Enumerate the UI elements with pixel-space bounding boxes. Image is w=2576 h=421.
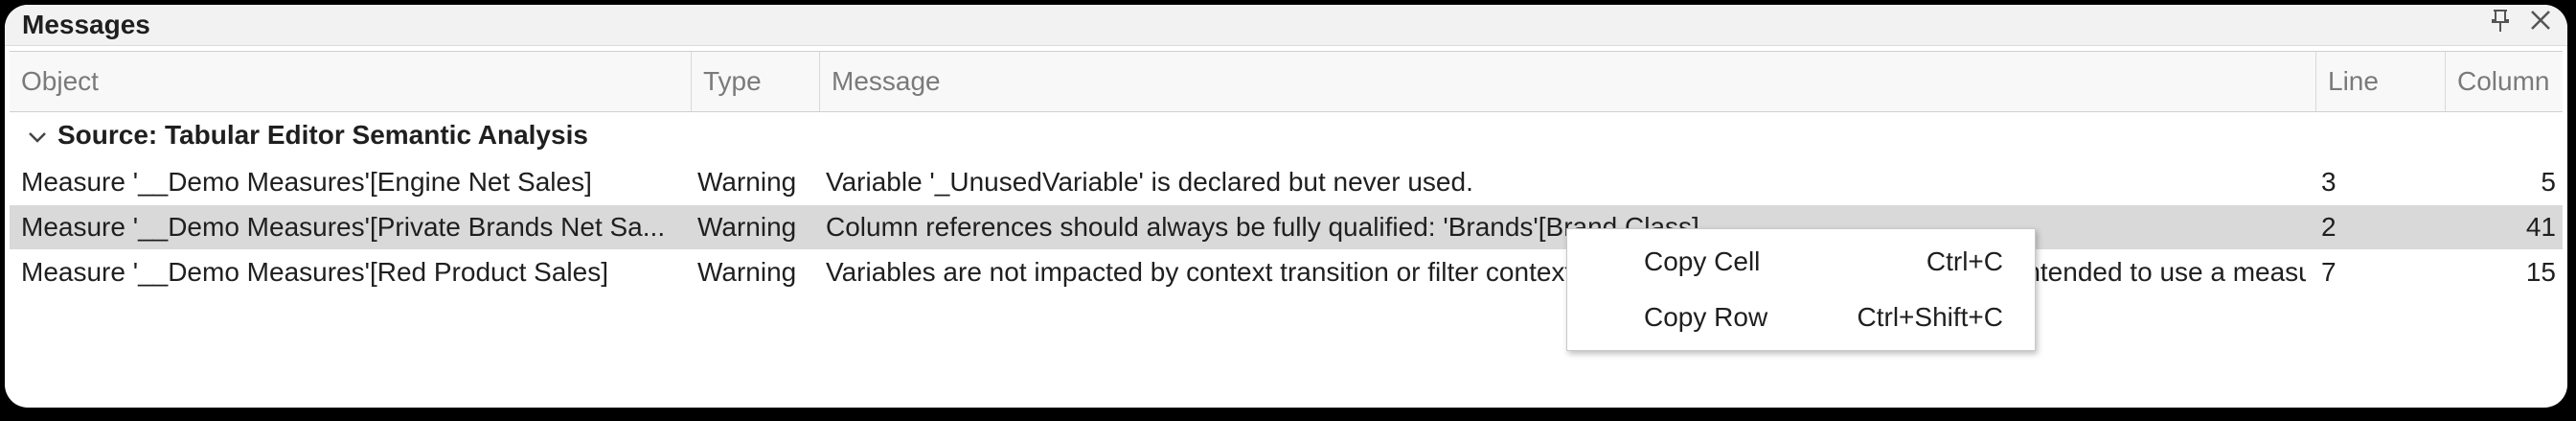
cell-line: 3: [2321, 167, 2337, 197]
column-header-type[interactable]: Type: [692, 52, 820, 111]
panel-titlebar: Messages: [5, 5, 2567, 46]
cell-type: Warning: [697, 212, 797, 242]
cell-object: Measure '__Demo Measures'[Red Product Sa…: [21, 257, 608, 287]
cell-column: 5: [2541, 167, 2556, 197]
menu-item-copy-cell[interactable]: Copy Cell Ctrl+C: [1567, 234, 2035, 290]
table-row[interactable]: Measure '__Demo Measures'[Red Product Sa…: [10, 250, 2563, 294]
menu-item-label: Copy Cell: [1644, 246, 1761, 276]
cell-object: Measure '__Demo Measures'[Private Brands…: [21, 212, 666, 242]
panel-title: Messages: [22, 10, 150, 39]
menu-item-label: Copy Row: [1644, 302, 1768, 332]
table-row[interactable]: Measure '__Demo Measures'[Engine Net Sal…: [10, 160, 2563, 204]
context-menu: Copy Cell Ctrl+C Copy Row Ctrl+Shift+C: [1566, 228, 2036, 351]
grid-header: Object Type Message Line Column: [10, 51, 2563, 112]
close-icon[interactable]: [2526, 9, 2555, 37]
cell-line: 2: [2321, 212, 2337, 242]
cell-object: Measure '__Demo Measures'[Engine Net Sal…: [21, 167, 592, 197]
table-row-selected[interactable]: Measure '__Demo Measures'[Private Brands…: [10, 205, 2563, 249]
column-header-column[interactable]: Column: [2446, 52, 2563, 111]
cell-line: 7: [2321, 257, 2337, 287]
group-header[interactable]: Source: Tabular Editor Semantic Analysis: [10, 116, 588, 154]
messages-panel: Messages Object Type Message Line Column…: [5, 5, 2567, 408]
pin-icon[interactable]: [2486, 9, 2515, 37]
column-header-object[interactable]: Object: [10, 52, 692, 111]
window-frame: Messages Object Type Message Line Column…: [0, 0, 2576, 421]
cell-column: 41: [2525, 212, 2556, 242]
cell-message: Variable '_UnusedVariable' is declared b…: [826, 167, 1473, 197]
column-header-message[interactable]: Message: [820, 52, 2316, 111]
menu-item-copy-row[interactable]: Copy Row Ctrl+Shift+C: [1567, 290, 2035, 345]
chevron-down-icon[interactable]: [21, 118, 54, 156]
cell-type: Warning: [697, 167, 797, 197]
menu-item-shortcut: Ctrl+Shift+C: [1857, 302, 2004, 332]
group-label: Source: Tabular Editor Semantic Analysis: [57, 120, 588, 150]
cell-type: Warning: [697, 257, 797, 287]
cell-column: 15: [2525, 257, 2556, 287]
column-header-line[interactable]: Line: [2316, 52, 2446, 111]
menu-item-shortcut: Ctrl+C: [1926, 246, 2003, 276]
